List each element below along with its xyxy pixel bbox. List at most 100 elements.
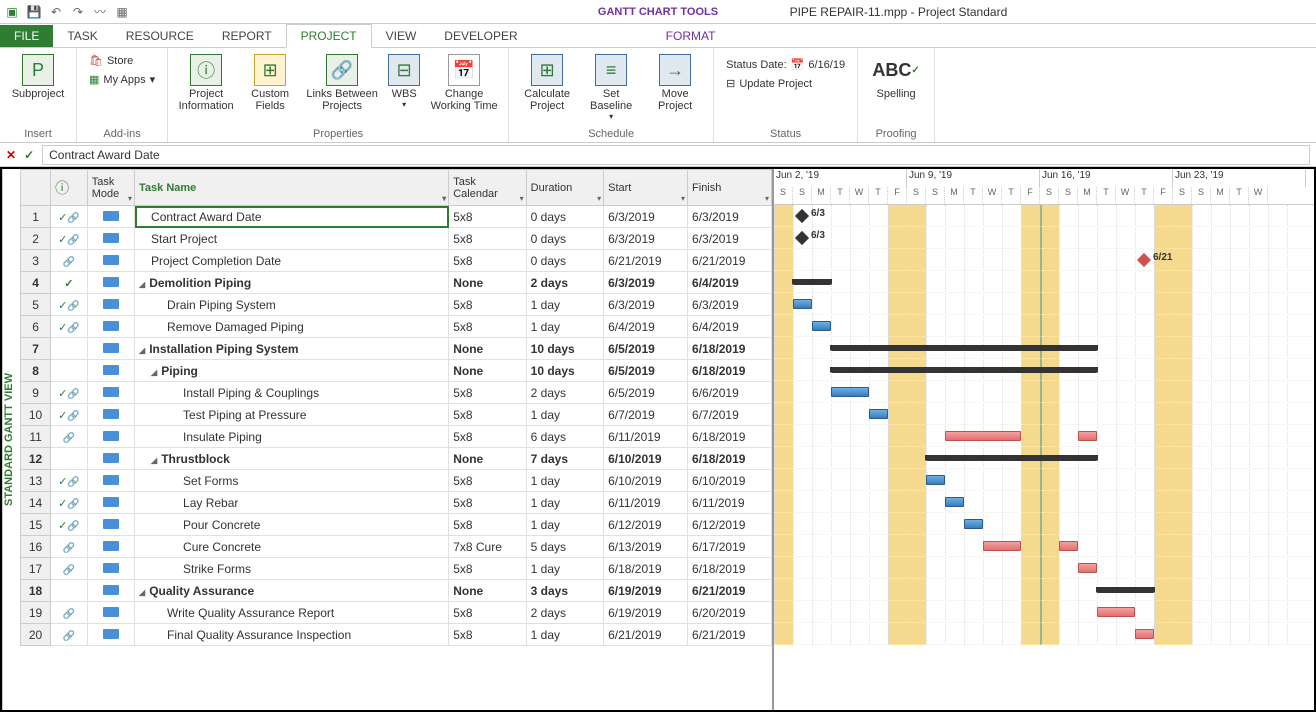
finish-cell[interactable]: 6/21/2019 (688, 624, 772, 646)
task-row[interactable]: 10 ✓🔗 Test Piping at Pressure 5x8 1 day … (21, 404, 772, 426)
task-name-cell[interactable]: Demolition Piping (135, 272, 449, 294)
task-mode-cell[interactable] (87, 602, 134, 624)
task-row[interactable]: 11 🔗 Insulate Piping 5x8 6 days 6/11/201… (21, 426, 772, 448)
row-number[interactable]: 13 (21, 470, 51, 492)
chart-icon[interactable]: 〰 (92, 4, 108, 20)
task-mode-cell[interactable] (87, 624, 134, 646)
row-number[interactable]: 12 (21, 448, 51, 470)
finish-cell[interactable]: 6/20/2019 (688, 602, 772, 624)
task-mode-cell[interactable] (87, 536, 134, 558)
links-between-projects-button[interactable]: 🔗Links Between Projects (304, 52, 380, 114)
calendar-cell[interactable]: None (449, 360, 526, 382)
task-row[interactable]: 13 ✓🔗 Set Forms 5x8 1 day 6/10/2019 6/10… (21, 470, 772, 492)
finish-cell[interactable]: 6/18/2019 (688, 558, 772, 580)
finish-cell[interactable]: 6/4/2019 (688, 272, 772, 294)
task-name-cell[interactable]: Contract Award Date (135, 206, 449, 228)
row-number[interactable]: 19 (21, 602, 51, 624)
task-mode-cell[interactable] (87, 448, 134, 470)
calculate-project-button[interactable]: ⊞Calculate Project (517, 52, 577, 114)
col-start[interactable]: Start▾ (604, 170, 688, 206)
gantt-row[interactable] (774, 535, 1314, 557)
task-mode-cell[interactable] (87, 206, 134, 228)
gantt-row[interactable] (774, 271, 1314, 293)
gantt-row[interactable] (774, 491, 1314, 513)
row-number[interactable]: 1 (21, 206, 51, 228)
calendar-cell[interactable]: 5x8 (449, 382, 526, 404)
finish-cell[interactable]: 6/7/2019 (688, 404, 772, 426)
accept-entry-icon[interactable]: ✓ (24, 148, 34, 162)
task-name-cell[interactable]: Piping (135, 360, 449, 382)
task-bar[interactable] (1059, 541, 1078, 551)
start-cell[interactable]: 6/21/2019 (604, 250, 688, 272)
calendar-cell[interactable]: 5x8 (449, 426, 526, 448)
entry-field[interactable]: Contract Award Date (42, 145, 1310, 165)
task-mode-cell[interactable] (87, 404, 134, 426)
gantt-row[interactable] (774, 403, 1314, 425)
finish-cell[interactable]: 6/18/2019 (688, 360, 772, 382)
task-row[interactable]: 7 Installation Piping System None 10 day… (21, 338, 772, 360)
duration-cell[interactable]: 1 day (526, 404, 603, 426)
calendar-cell[interactable]: None (449, 272, 526, 294)
task-name-cell[interactable]: Set Forms (135, 470, 449, 492)
row-number[interactable]: 4 (21, 272, 51, 294)
task-mode-cell[interactable] (87, 382, 134, 404)
calendar-cell[interactable]: 5x8 (449, 404, 526, 426)
calendar-cell[interactable]: 5x8 (449, 514, 526, 536)
milestone[interactable] (795, 231, 809, 245)
start-cell[interactable]: 6/3/2019 (604, 228, 688, 250)
duration-cell[interactable]: 1 day (526, 294, 603, 316)
start-cell[interactable]: 6/12/2019 (604, 514, 688, 536)
calendar-cell[interactable]: 5x8 (449, 294, 526, 316)
duration-cell[interactable]: 1 day (526, 470, 603, 492)
task-bar[interactable] (983, 541, 1021, 551)
gantt-row[interactable] (774, 425, 1314, 447)
task-name-cell[interactable]: Pour Concrete (135, 514, 449, 536)
task-mode-cell[interactable] (87, 470, 134, 492)
duration-cell[interactable]: 10 days (526, 338, 603, 360)
gantt-row[interactable] (774, 381, 1314, 403)
tab-report[interactable]: REPORT (208, 25, 286, 47)
task-bar[interactable] (831, 387, 869, 397)
finish-cell[interactable]: 6/21/2019 (688, 580, 772, 602)
task-name-cell[interactable]: Project Completion Date (135, 250, 449, 272)
duration-cell[interactable]: 1 day (526, 316, 603, 338)
col-duration[interactable]: Duration▾ (526, 170, 603, 206)
task-bar[interactable] (945, 497, 964, 507)
calendar-cell[interactable]: 5x8 (449, 250, 526, 272)
duration-cell[interactable]: 5 days (526, 536, 603, 558)
task-row[interactable]: 3 🔗 Project Completion Date 5x8 0 days 6… (21, 250, 772, 272)
tab-file[interactable]: FILE (0, 25, 53, 47)
row-number[interactable]: 5 (21, 294, 51, 316)
row-number[interactable]: 3 (21, 250, 51, 272)
task-bar[interactable] (1097, 607, 1135, 617)
custom-fields-button[interactable]: ⊞Custom Fields (240, 52, 300, 114)
summary-bar[interactable] (1097, 587, 1154, 593)
task-bar[interactable] (926, 475, 945, 485)
gantt-row[interactable] (774, 623, 1314, 645)
task-row[interactable]: 1 ✓🔗 Contract Award Date 5x8 0 days 6/3/… (21, 206, 772, 228)
row-number[interactable]: 6 (21, 316, 51, 338)
gantt-row[interactable]: 6/3 (774, 227, 1314, 249)
calendar-cell[interactable]: 5x8 (449, 558, 526, 580)
start-cell[interactable]: 6/3/2019 (604, 272, 688, 294)
finish-cell[interactable]: 6/3/2019 (688, 228, 772, 250)
gantt-row[interactable] (774, 315, 1314, 337)
task-bar[interactable] (1135, 629, 1154, 639)
start-cell[interactable]: 6/4/2019 (604, 316, 688, 338)
gantt-row[interactable] (774, 447, 1314, 469)
task-mode-cell[interactable] (87, 338, 134, 360)
col-indicators[interactable]: ⓘ (51, 170, 88, 206)
start-cell[interactable]: 6/7/2019 (604, 404, 688, 426)
task-name-cell[interactable]: Install Piping & Couplings (135, 382, 449, 404)
finish-cell[interactable]: 6/21/2019 (688, 250, 772, 272)
start-cell[interactable]: 6/11/2019 (604, 492, 688, 514)
status-date[interactable]: Status Date: 📅 6/16/19 (722, 56, 849, 73)
cancel-entry-icon[interactable]: ✕ (6, 148, 16, 162)
gantt-row[interactable] (774, 601, 1314, 623)
task-row[interactable]: 14 ✓🔗 Lay Rebar 5x8 1 day 6/11/2019 6/11… (21, 492, 772, 514)
task-row[interactable]: 6 ✓🔗 Remove Damaged Piping 5x8 1 day 6/4… (21, 316, 772, 338)
task-row[interactable]: 18 Quality Assurance None 3 days 6/19/20… (21, 580, 772, 602)
row-number[interactable]: 9 (21, 382, 51, 404)
calendar-cell[interactable]: 5x8 (449, 228, 526, 250)
task-mode-cell[interactable] (87, 228, 134, 250)
